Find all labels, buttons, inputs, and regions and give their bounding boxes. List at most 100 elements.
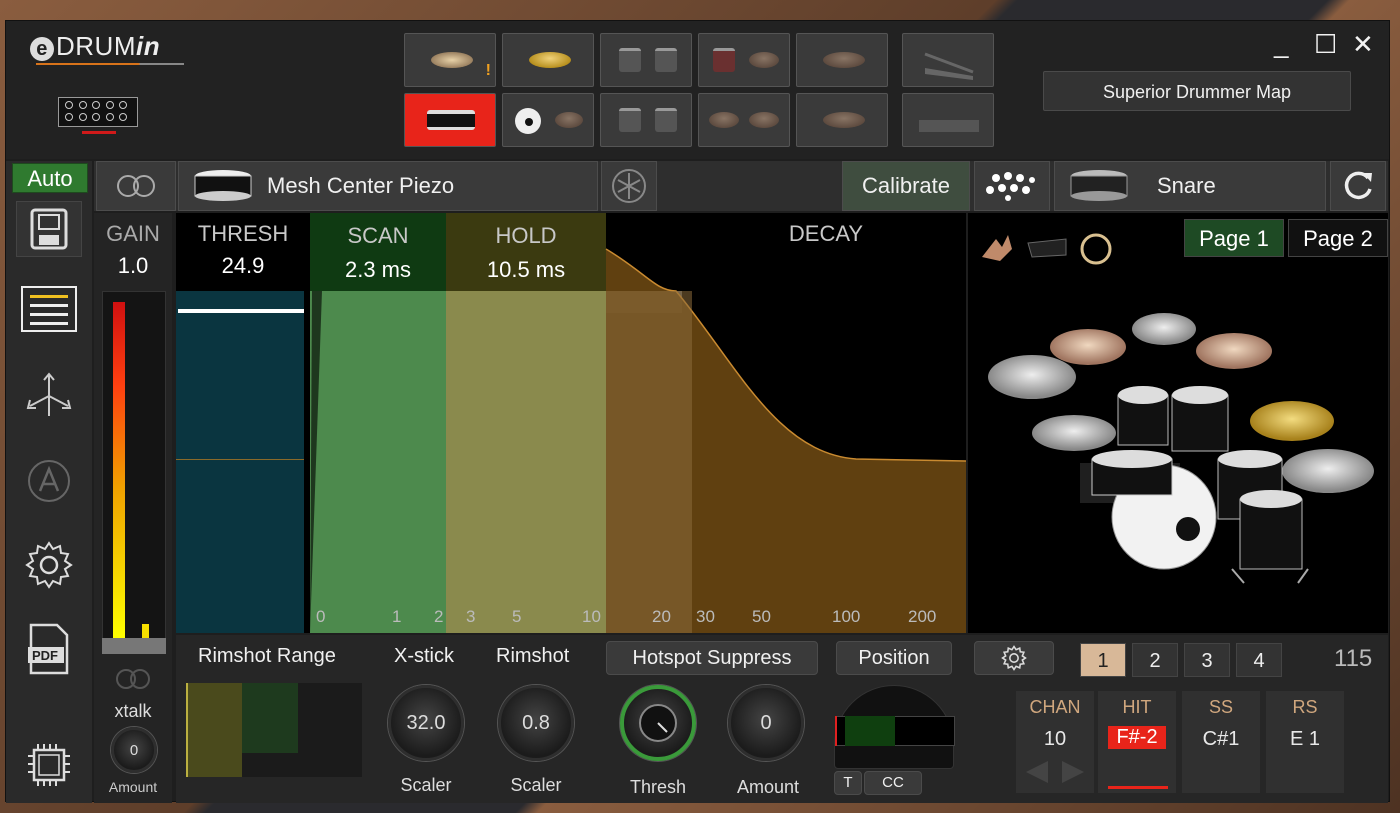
thresh-value[interactable]: 24.9 bbox=[176, 253, 310, 279]
pad-snare[interactable] bbox=[404, 93, 496, 147]
pad-ride[interactable] bbox=[796, 33, 888, 87]
layer-tab-3[interactable]: 3 bbox=[1184, 643, 1230, 677]
chan-arrows-icon[interactable] bbox=[1022, 759, 1088, 785]
axis-tick-label: 1 bbox=[392, 607, 402, 626]
link-rings-icon[interactable] bbox=[109, 667, 159, 691]
minimize-button[interactable]: _ bbox=[1274, 29, 1288, 60]
snare-drum-icon bbox=[1070, 170, 1128, 201]
midi-hit-column[interactable]: HIT F#-2 bbox=[1098, 691, 1176, 793]
rimshot-scaler-label: Scaler bbox=[510, 775, 562, 795]
axis-tick-label: 2 bbox=[434, 607, 444, 626]
app-logo: e DRUMin bbox=[30, 31, 160, 62]
axis-tick-label: 20 bbox=[652, 607, 671, 626]
axis-tick-label: 3 bbox=[466, 607, 476, 626]
cc-button[interactable]: CC bbox=[864, 771, 922, 795]
stick-icon bbox=[1027, 238, 1067, 258]
pad-pedal-2[interactable] bbox=[902, 93, 994, 147]
hit-value[interactable]: F#-2 bbox=[1108, 726, 1166, 749]
pad-toms-4[interactable] bbox=[698, 93, 790, 147]
pad-toms-3[interactable] bbox=[600, 93, 692, 147]
ss-value[interactable]: C#1 bbox=[1182, 728, 1260, 751]
pad-ride-2[interactable] bbox=[796, 93, 888, 147]
automation-a-icon[interactable] bbox=[16, 453, 82, 509]
usb-port-icon[interactable] bbox=[58, 97, 138, 127]
hotspot-thresh-knob[interactable] bbox=[620, 685, 696, 761]
layer-tab-1[interactable]: 1 bbox=[1080, 643, 1126, 677]
level-meter bbox=[102, 291, 166, 654]
hotspot-suppress-button[interactable]: Hotspot Suppress bbox=[606, 641, 818, 675]
xtalk-amount-knob[interactable]: 0 bbox=[111, 727, 157, 773]
decay-label: DECAY bbox=[788, 221, 864, 246]
rs-value[interactable]: E 1 bbox=[1266, 728, 1344, 751]
xstick-scaler-knob[interactable]: 32.0 bbox=[388, 685, 464, 761]
layer-tab-2[interactable]: 2 bbox=[1132, 643, 1178, 677]
zones-dots-icon[interactable] bbox=[974, 161, 1050, 211]
ss-label: SS bbox=[1208, 697, 1233, 717]
scan-value[interactable]: 2.3 ms bbox=[310, 257, 446, 283]
count-value: 115 bbox=[1334, 645, 1373, 672]
auto-button[interactable]: Auto bbox=[12, 163, 88, 193]
pad-toms-1[interactable] bbox=[600, 33, 692, 87]
bottom-panel: Rimshot Range X-stick 32.0 Scaler Rimsho… bbox=[176, 635, 1388, 803]
xtalk-amount-label: Amount bbox=[108, 779, 158, 795]
pad-kick[interactable] bbox=[502, 93, 594, 147]
save-icon[interactable] bbox=[16, 201, 82, 257]
amount-label: Amount bbox=[736, 777, 800, 797]
knob-pointer-icon bbox=[639, 704, 677, 742]
midi-ss-column[interactable]: SS C#1 bbox=[1182, 691, 1260, 793]
drum-kit-illustration bbox=[988, 313, 1374, 584]
xtalk-label: xtalk bbox=[114, 701, 152, 721]
list-view-icon[interactable] bbox=[16, 281, 82, 337]
routing-arrows-icon[interactable] bbox=[16, 367, 82, 423]
settings-gear-icon[interactable] bbox=[16, 537, 82, 593]
page-1-tab[interactable]: Page 1 bbox=[1184, 219, 1284, 257]
left-sidebar: Auto PDF bbox=[6, 161, 92, 803]
position-button[interactable]: Position bbox=[836, 641, 952, 675]
amount-knob[interactable]: 0 bbox=[728, 685, 804, 761]
pdf-icon[interactable]: PDF bbox=[16, 621, 82, 677]
pad-hihat[interactable]: ! bbox=[404, 33, 496, 87]
calibrate-button[interactable]: Calibrate bbox=[842, 161, 970, 211]
midi-rs-column[interactable]: RS E 1 bbox=[1266, 691, 1344, 793]
warning-icon: ! bbox=[485, 62, 491, 79]
logo-underline bbox=[36, 63, 184, 65]
snare-drum-icon bbox=[194, 170, 252, 201]
layer-tab-4[interactable]: 4 bbox=[1236, 643, 1282, 677]
xstick-scaler-label: Scaler bbox=[400, 775, 452, 795]
pad-pedal-1[interactable] bbox=[902, 33, 994, 87]
pad-crash-gold[interactable] bbox=[502, 33, 594, 87]
hand-icon bbox=[982, 235, 1012, 261]
instrument-selector[interactable]: Snare bbox=[1054, 161, 1326, 211]
pedal-icon bbox=[924, 52, 974, 80]
yamaha-logo-icon[interactable] bbox=[601, 161, 657, 211]
rimshot-range-graph[interactable] bbox=[186, 683, 362, 777]
axis-tick-label: 200 bbox=[908, 607, 937, 626]
close-button[interactable]: ✕ bbox=[1352, 29, 1374, 60]
page-2-tab[interactable]: Page 2 bbox=[1288, 219, 1388, 257]
position-meter[interactable] bbox=[834, 685, 955, 769]
link-rings-icon[interactable] bbox=[96, 161, 176, 211]
hold-value[interactable]: 10.5 ms bbox=[446, 257, 606, 283]
signal-graph[interactable]: THRESH 24.9 SCAN 2.3 ms HOLD 10.5 ms DEC… bbox=[176, 213, 966, 633]
hit-label: HIT bbox=[1122, 697, 1152, 717]
chan-value[interactable]: 10 bbox=[1016, 728, 1094, 751]
top-bar: e DRUMin ! Superior Drummer Map _ ☐ ✕ bbox=[6, 21, 1389, 159]
port-indicator bbox=[82, 131, 116, 134]
settings-gear-icon[interactable] bbox=[974, 641, 1054, 675]
pad-toms-2[interactable] bbox=[698, 33, 790, 87]
rs-label: RS bbox=[1292, 697, 1318, 717]
gain-value[interactable]: 1.0 bbox=[94, 253, 172, 279]
superior-drummer-map-button[interactable]: Superior Drummer Map bbox=[1043, 71, 1351, 111]
xstick-label: X-stick bbox=[394, 645, 454, 667]
maximize-button[interactable]: ☐ bbox=[1314, 29, 1337, 60]
hardware-chip-icon[interactable] bbox=[16, 737, 82, 793]
drum-kit-view[interactable]: Page 1 Page 2 bbox=[968, 213, 1388, 633]
t-button[interactable]: T bbox=[834, 771, 862, 795]
pad-type-selector[interactable]: Mesh Center Piezo bbox=[178, 161, 598, 211]
refresh-icon[interactable] bbox=[1330, 161, 1386, 211]
pedal-icon bbox=[919, 120, 979, 132]
midi-chan-column[interactable]: CHAN 10 bbox=[1016, 691, 1094, 793]
axis-tick-label: 10 bbox=[582, 607, 601, 626]
rimshot-scaler-knob[interactable]: 0.8 bbox=[498, 685, 574, 761]
pad-settings-strip: Mesh Center Piezo Calibrate Snare bbox=[94, 161, 1388, 211]
